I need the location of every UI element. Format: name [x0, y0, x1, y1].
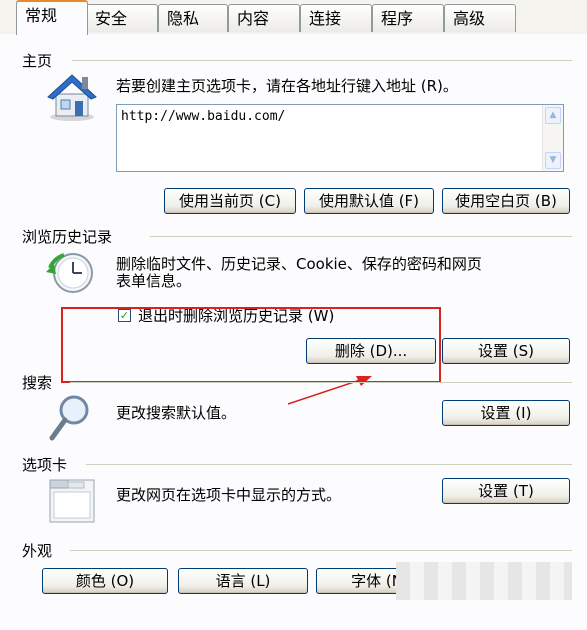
search-magnifier-icon — [46, 392, 100, 444]
tabs-settings-button[interactable]: 设置 (T) — [442, 478, 570, 504]
search-description: 更改搜索默认值。 — [116, 404, 237, 422]
tabs-description: 更改网页在选项卡中显示的方式。 — [116, 486, 342, 504]
blurred-region — [396, 562, 572, 600]
tab-general[interactable]: 常规 — [16, 0, 88, 35]
colors-button[interactable]: 颜色 (O) — [42, 568, 168, 594]
search-divider — [70, 382, 572, 383]
tabs-group-title: 选项卡 — [22, 456, 68, 474]
tabs-divider — [86, 464, 572, 465]
search-group-title: 搜索 — [22, 374, 53, 392]
appearance-divider — [70, 550, 572, 551]
annotation-overlay — [61, 307, 441, 405]
search-settings-button[interactable]: 设置 (I) — [442, 400, 570, 426]
appearance-group-title: 外观 — [22, 542, 53, 560]
tabs-window-icon — [46, 474, 98, 526]
languages-button[interactable]: 语言 (L) — [178, 568, 308, 594]
